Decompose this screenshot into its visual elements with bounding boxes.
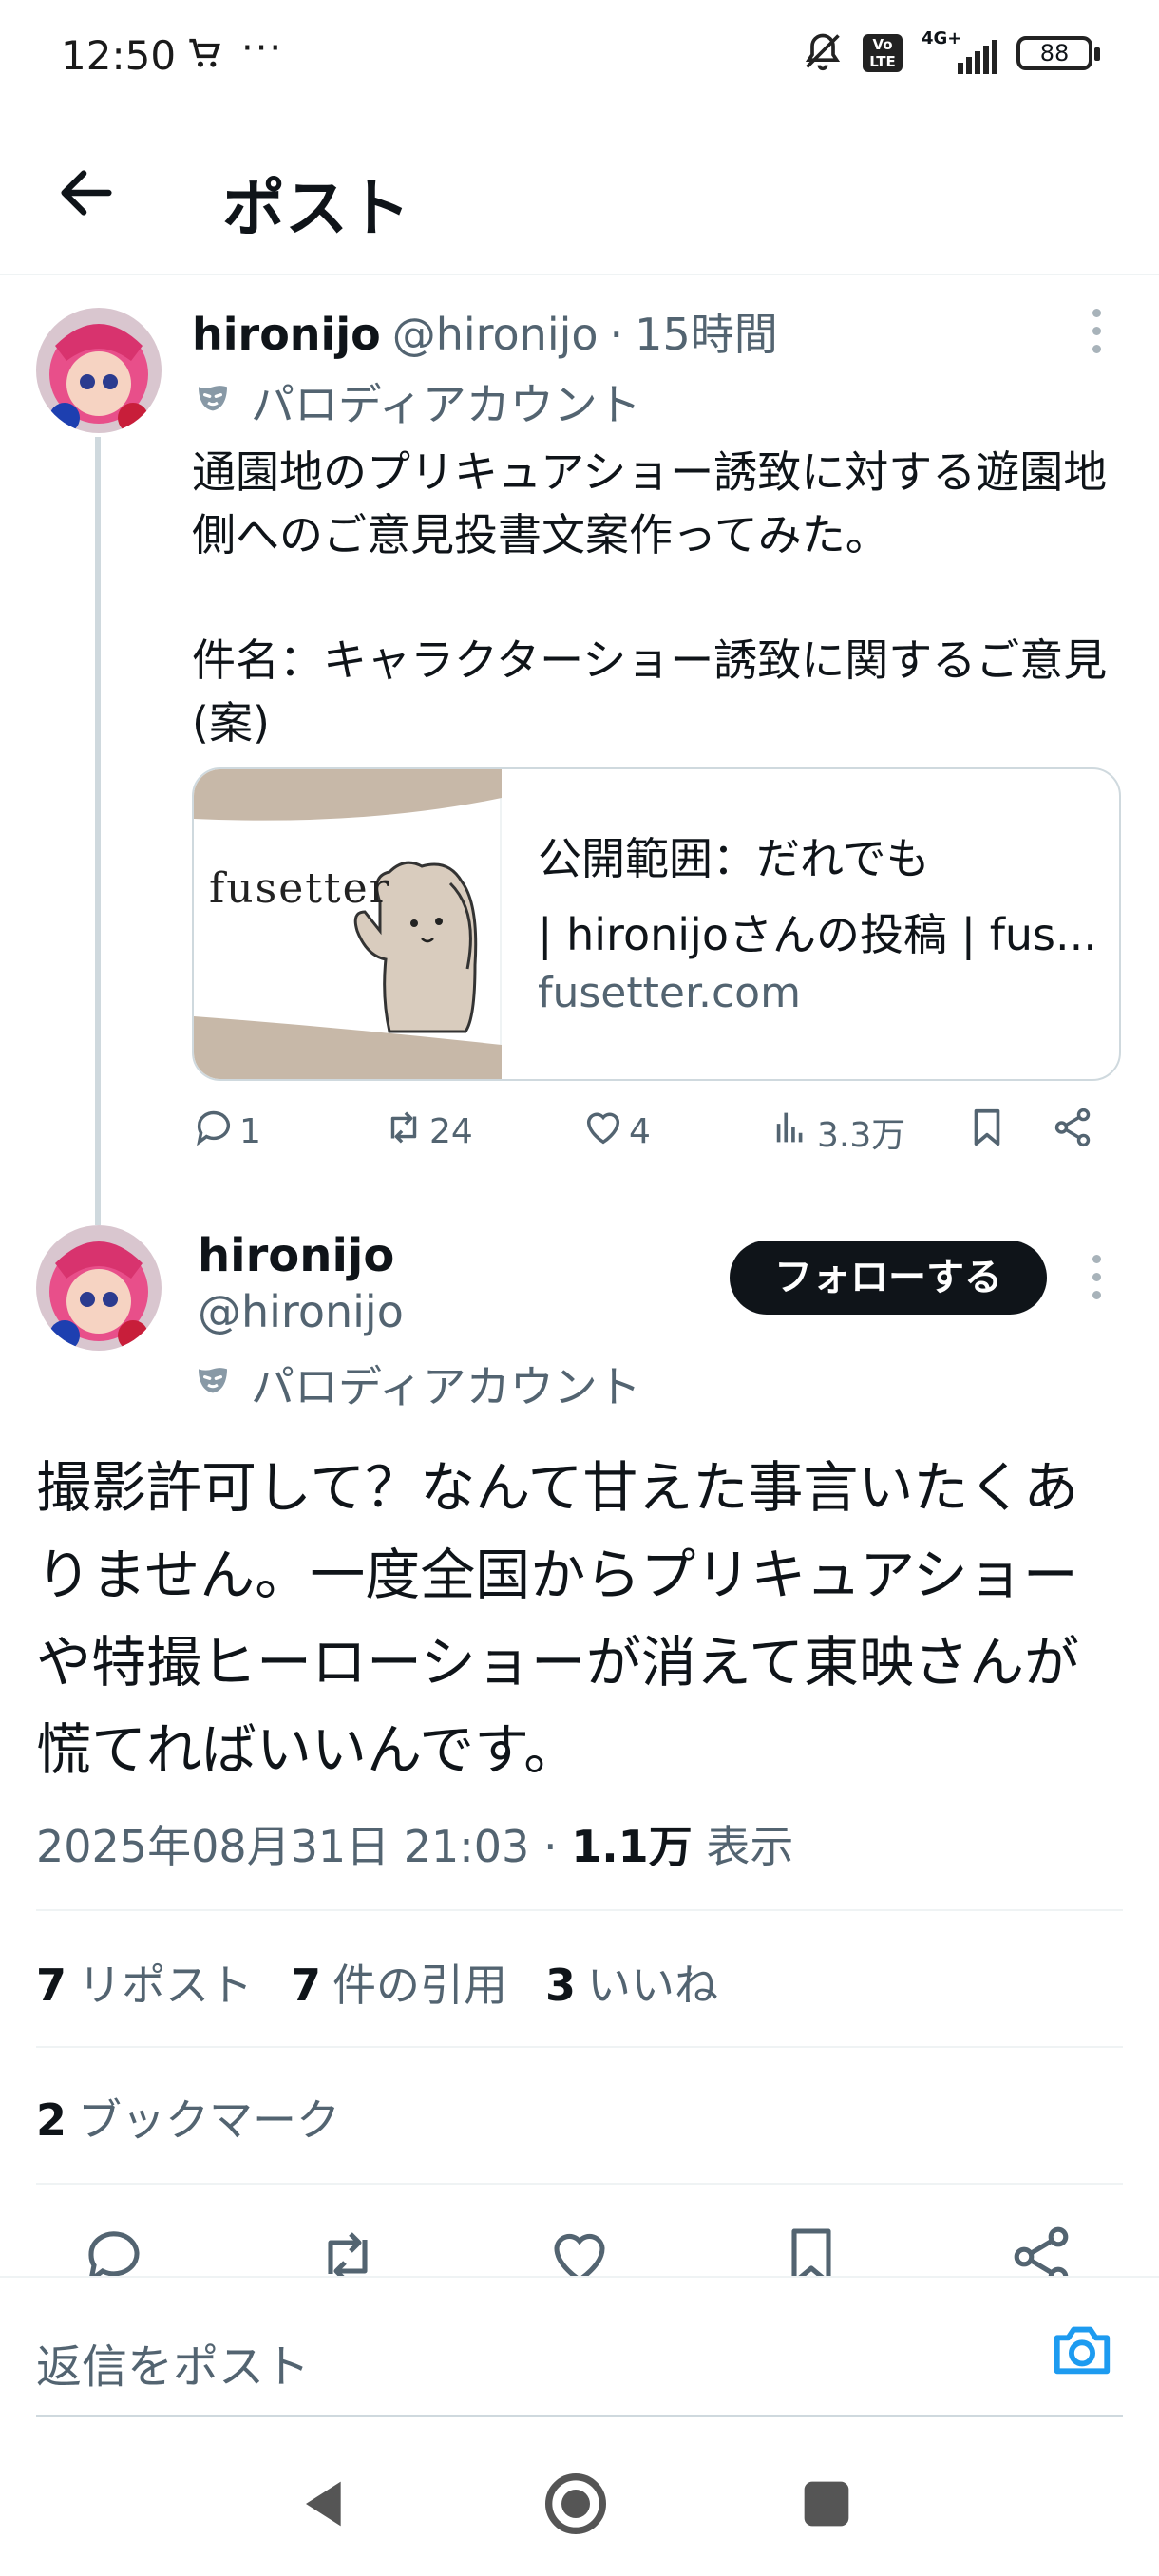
reply-icon [192, 1106, 236, 1158]
reply-count: 1 [239, 1112, 261, 1151]
quotes-count: 7 [291, 1960, 322, 2011]
views-count: 1.1万 [571, 1821, 693, 1872]
volte-badge: Vo LTE [863, 34, 902, 72]
repost-button[interactable]: 24 [382, 1106, 473, 1158]
author-handle[interactable]: @hironijo [392, 309, 598, 360]
parody-label: パロディアカウント [251, 379, 641, 430]
tweet1-text: 通園地のプリキュアショー誘致に対する遊園地側へのご意見投書文案作ってみた。 件名… [192, 446, 1108, 748]
like-button[interactable]: 4 [581, 1106, 651, 1158]
reply-composer: 返信をポスト [0, 2276, 1159, 2418]
bookmark-button[interactable] [965, 1106, 1009, 1158]
more-icon[interactable] [1077, 1248, 1115, 1305]
status-indicators: Vo LTE 4G+ 88 [802, 28, 1100, 76]
reposts-count: 7 [36, 1960, 67, 2011]
quotes-label: 件の引用 [332, 1960, 508, 2011]
page-title: ポスト [222, 172, 410, 245]
thread-line [95, 437, 101, 1225]
tweet2-meta: 2025年08月31日 21:03 · 1.1万 表示 [36, 1812, 793, 1875]
parody-label-row: パロディアカウント [194, 370, 641, 433]
reply-icon[interactable] [80, 2223, 148, 2276]
views-button[interactable]: 3.3万 [770, 1106, 905, 1158]
post-header: ポスト [0, 114, 1159, 275]
bookmark-icon[interactable] [777, 2223, 846, 2276]
status-more-dots: ··· [241, 27, 284, 70]
link-card[interactable]: fusetter 公開範囲：だれでも | hironijoさんの投稿 | fus… [192, 767, 1121, 1081]
reply-button[interactable]: 1 [192, 1106, 261, 1158]
mute-bell-icon [802, 30, 844, 76]
tweet1-action-row: 1 24 4 3.3万 [192, 1106, 1123, 1163]
system-nav-bar [0, 2432, 1159, 2576]
author-name[interactable]: hironijo [198, 1229, 394, 1282]
share-icon [1051, 1106, 1094, 1158]
network-type: 4G+ [922, 28, 962, 48]
like-count: 4 [629, 1112, 651, 1151]
avatar[interactable] [36, 1225, 162, 1351]
bookmarks-stat[interactable]: 2 ブックマーク [36, 2086, 340, 2149]
engagement-stats: 7 リポスト 7 件の引用 3 いいね [36, 1951, 718, 2014]
battery-icon: 88 [1016, 36, 1100, 70]
mask-icon [194, 1358, 232, 1410]
like-icon [581, 1106, 625, 1158]
reply-underline [36, 2415, 1123, 2417]
parody-label: パロディアカウント [251, 1361, 641, 1412]
follow-button[interactable]: フォローする [730, 1241, 1047, 1315]
link-card-thumb-text: fusetter [209, 864, 391, 913]
divider [36, 1909, 1123, 1911]
camera-icon[interactable] [1049, 2316, 1115, 2382]
likes-label: いいね [587, 1960, 719, 2011]
more-icon[interactable] [1077, 302, 1115, 359]
bookmarks-label: ブックマーク [78, 2094, 341, 2146]
avatar[interactable] [36, 308, 162, 433]
reply-input[interactable]: 返信をポスト [36, 2329, 310, 2396]
repost-count: 24 [429, 1112, 473, 1151]
nav-back-icon[interactable] [287, 2466, 363, 2542]
time-ago[interactable]: 15時間 [635, 300, 778, 363]
link-card-thumbnail: fusetter [194, 769, 502, 1079]
cart-icon [186, 34, 224, 76]
link-card-title: 公開範囲：だれでも [538, 833, 930, 884]
link-card-domain: fusetter.com [538, 969, 801, 1017]
tweet1-author-row: hironijo @hironijo · 15時間 [192, 300, 778, 363]
divider [36, 2183, 1123, 2185]
repost-icon [382, 1106, 426, 1158]
separator: · [542, 1821, 558, 1872]
timestamp[interactable]: 2025年08月31日 21:03 [36, 1821, 529, 1872]
status-time: 12:50 [61, 32, 177, 79]
back-arrow-icon[interactable] [53, 160, 120, 226]
reposts-label: リポスト [78, 1960, 254, 2011]
tweet2-text: 撮影許可して？なんて甘えた事言いたくありません。一度全国からプリキュアショーや特… [36, 1455, 1079, 1782]
views-count: 3.3万 [817, 1115, 906, 1155]
likes-stat[interactable]: 3 いいね [545, 1951, 718, 2014]
share-button[interactable] [1051, 1106, 1094, 1158]
like-icon[interactable] [545, 2223, 614, 2276]
likes-count: 3 [545, 1960, 577, 2011]
signal-icon: 4G+ [922, 28, 998, 74]
repost-icon[interactable] [314, 2223, 382, 2276]
views-icon [770, 1106, 813, 1158]
mask-icon [194, 376, 232, 427]
reposts-stat[interactable]: 7 リポスト [36, 1951, 253, 2014]
tweet2-action-bar [0, 2223, 1159, 2276]
parody-label-row: パロディアカウント [194, 1353, 641, 1415]
divider [36, 2046, 1123, 2048]
share-icon[interactable] [1007, 2223, 1075, 2276]
views-label: 表示 [706, 1821, 794, 1872]
separator: · [609, 309, 624, 360]
author-name[interactable]: hironijo [192, 309, 381, 360]
link-card-subtitle: | hironijoさんの投稿 | fus... [538, 909, 1097, 960]
quotes-stat[interactable]: 7 件の引用 [291, 1951, 507, 2014]
nav-recents-icon[interactable] [788, 2466, 864, 2542]
bookmark-icon [965, 1106, 1009, 1158]
author-handle[interactable]: @hironijo [198, 1286, 404, 1337]
bookmarks-count: 2 [36, 2094, 67, 2146]
nav-home-icon[interactable] [538, 2466, 614, 2542]
status-bar: 12:50 ··· Vo LTE 4G+ 88 [0, 0, 1159, 114]
